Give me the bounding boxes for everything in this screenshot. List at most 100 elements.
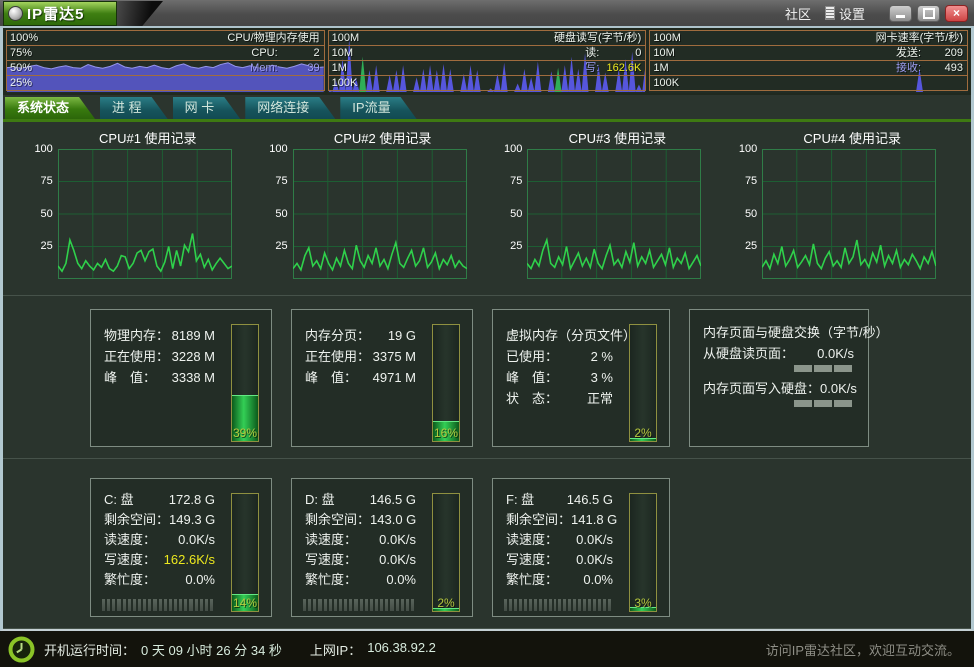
busy-segment bbox=[308, 599, 311, 611]
memory-paging-gauge: 16% bbox=[432, 324, 460, 442]
busy-segment bbox=[588, 599, 591, 611]
busy-segment bbox=[406, 599, 409, 611]
app-title: IP雷达5 bbox=[27, 3, 85, 24]
disk-section: C: 盘172.8 G 剩余空间：149.3 G 读速度：0.0K/s 写速度：… bbox=[3, 459, 971, 629]
row-value: 3228 M bbox=[172, 346, 215, 367]
scale-label: 100K bbox=[332, 76, 358, 90]
y-axis: 100 75 50 25 bbox=[32, 149, 58, 279]
tab-processes[interactable]: 进 程 bbox=[100, 97, 168, 119]
minimize-button[interactable] bbox=[889, 5, 912, 22]
busy-segment bbox=[504, 599, 507, 611]
row-label: 已使用： bbox=[506, 346, 558, 367]
row-value: 149.3 G bbox=[169, 510, 215, 530]
busy-segment bbox=[568, 599, 571, 611]
busy-segment bbox=[174, 599, 177, 611]
monitor-row: 100M 网卡速率(字节/秒) bbox=[649, 30, 968, 46]
y-axis: 100 75 50 25 bbox=[736, 149, 762, 279]
uptime-label: 开机运行时间： bbox=[44, 640, 135, 659]
row-value: 141.8 G bbox=[571, 510, 617, 530]
y-axis: 100 75 50 25 bbox=[501, 149, 527, 279]
row-label: 正在使用： bbox=[305, 346, 370, 367]
busy-segment bbox=[598, 599, 601, 611]
row-value: 0.0% bbox=[583, 570, 613, 590]
busy-segment bbox=[593, 599, 596, 611]
busy-segment bbox=[200, 599, 203, 611]
tab-network-card[interactable]: 网 卡 bbox=[173, 97, 241, 119]
stat-value: 0 bbox=[599, 46, 641, 60]
row-label: 峰 值： bbox=[305, 367, 357, 388]
disk-c-panel: C: 盘172.8 G 剩余空间：149.3 G 读速度：0.0K/s 写速度：… bbox=[90, 478, 272, 617]
busy-segment bbox=[583, 599, 586, 611]
row-value: 0.0K/s bbox=[817, 343, 854, 364]
busy-segment bbox=[148, 599, 151, 611]
busy-segment bbox=[133, 599, 136, 611]
physical-memory-gauge: 39% bbox=[231, 324, 259, 442]
disk-io-monitor: 100M 硬盘读写(字节/秒) 10M 读:0 1M 写:162.6K 100K bbox=[328, 30, 647, 93]
monitor-row: 100M 硬盘读写(字节/秒) bbox=[328, 30, 647, 46]
monitor-row: 100K bbox=[649, 75, 968, 91]
app-logo-banner: IP雷达5 bbox=[3, 1, 117, 26]
cpu2-history-chart: CPU#2 使用记录 100 75 50 25 bbox=[267, 128, 473, 295]
busy-segment bbox=[334, 599, 337, 611]
row-label: 从硬盘读页面： bbox=[703, 343, 794, 364]
tab-system-status[interactable]: 系统状态 bbox=[5, 97, 95, 119]
busy-segment bbox=[370, 599, 373, 611]
cpu-usage-line-chart bbox=[762, 149, 936, 279]
cpu-history-section: CPU#1 使用记录 100 75 50 25 CPU#2 使用记录 100 bbox=[3, 122, 971, 296]
busy-segment bbox=[313, 599, 316, 611]
clock-icon bbox=[8, 636, 35, 663]
scale-label: 75% bbox=[10, 46, 32, 60]
scale-label: 100K bbox=[653, 76, 679, 90]
app-logo: IP雷达5 bbox=[3, 1, 163, 26]
row-label: 内存页面写入硬盘： bbox=[703, 378, 820, 399]
memory-paging-panel: 内存分页：19 G 正在使用：3375 M 峰 值：4971 M 16% bbox=[291, 309, 473, 447]
busy-segment bbox=[360, 599, 363, 611]
monitor-row: 100% CPU/物理内存使用 bbox=[6, 30, 325, 46]
monitor-title: CPU/物理内存使用 bbox=[227, 31, 319, 45]
busy-segment bbox=[519, 599, 522, 611]
row-label: C: 盘 bbox=[104, 490, 134, 510]
busy-segment bbox=[401, 599, 404, 611]
busy-segment bbox=[123, 599, 126, 611]
busy-segment bbox=[349, 599, 352, 611]
monitor-row: 1M 写:162.6K bbox=[328, 60, 647, 76]
monitor-row: 1M 接收:493 bbox=[649, 60, 968, 76]
scale-label: 100M bbox=[332, 31, 360, 45]
tab-network-connections[interactable]: 网络连接 bbox=[245, 97, 335, 119]
busy-segment bbox=[354, 599, 357, 611]
busy-segment bbox=[365, 599, 368, 611]
busy-segment bbox=[318, 599, 321, 611]
logo-tail-decoration bbox=[117, 1, 163, 26]
busy-segment bbox=[573, 599, 576, 611]
maximize-button[interactable] bbox=[917, 5, 940, 22]
row-label: 写速度： bbox=[305, 550, 357, 570]
scale-label: 10M bbox=[332, 46, 353, 60]
row-value: 143.0 G bbox=[370, 510, 416, 530]
busy-segment bbox=[112, 599, 115, 611]
page-swap-panel: 内存页面与硬盘交换（字节/秒） 从硬盘读页面：0.0K/s 内存页面写入硬盘：0… bbox=[689, 309, 869, 447]
row-label: 读速度： bbox=[305, 530, 357, 550]
tab-ip-traffic[interactable]: IP流量 bbox=[340, 97, 416, 119]
cpu3-history-chart: CPU#3 使用记录 100 75 50 25 bbox=[501, 128, 707, 295]
page-read-bar bbox=[703, 365, 852, 372]
ip-value: 106.38.92.2 bbox=[367, 640, 436, 659]
monitor-row: 50% Mem:39 bbox=[6, 60, 325, 76]
community-link[interactable]: 社区 bbox=[785, 4, 811, 23]
busy-segment bbox=[385, 599, 388, 611]
close-button[interactable]: × bbox=[945, 5, 968, 22]
scale-label: 1M bbox=[653, 61, 668, 75]
row-value: 146.5 G bbox=[567, 490, 613, 510]
row-value: 0.0% bbox=[185, 570, 215, 590]
busy-segment bbox=[558, 599, 561, 611]
busy-segment bbox=[138, 599, 141, 611]
stat-value: 209 bbox=[921, 46, 963, 60]
busy-segment bbox=[608, 599, 611, 611]
row-label: 峰 值： bbox=[506, 367, 558, 388]
settings-button[interactable]: 设置 bbox=[825, 4, 865, 23]
row-value: 2 % bbox=[591, 346, 613, 367]
monitor-title: 网卡速率(字节/秒) bbox=[876, 31, 963, 45]
stat-label: 接收: bbox=[896, 61, 921, 75]
window-frame: 100% CPU/物理内存使用 75% CPU:2 50% Mem:39 25% bbox=[0, 28, 974, 631]
busy-segment bbox=[102, 599, 105, 611]
busy-segment bbox=[509, 599, 512, 611]
